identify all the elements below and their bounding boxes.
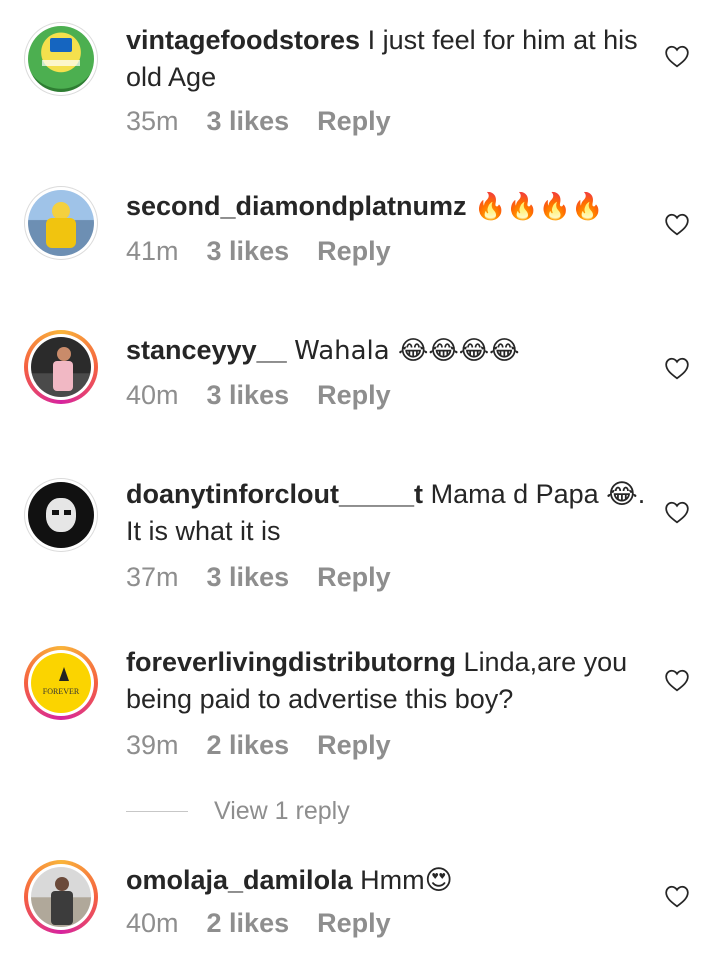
timestamp: 41m bbox=[126, 236, 179, 266]
timestamp: 40m bbox=[126, 908, 179, 938]
comment-text: vintagefoodstores I just feel for him at… bbox=[126, 22, 656, 96]
avatar[interactable] bbox=[24, 186, 98, 260]
likes-count[interactable]: 3 likes bbox=[207, 562, 290, 593]
comment-meta: 41m 3 likes Reply bbox=[126, 236, 419, 267]
reply-button[interactable]: Reply bbox=[317, 730, 391, 761]
reply-button[interactable]: Reply bbox=[317, 908, 391, 939]
heart-outline-icon[interactable] bbox=[664, 500, 690, 524]
comment-meta: 40m 2 likes Reply bbox=[126, 908, 419, 939]
timestamp: 39m bbox=[126, 730, 179, 760]
timestamp: 37m bbox=[126, 562, 179, 592]
avatar[interactable] bbox=[24, 330, 98, 404]
reply-button[interactable]: Reply bbox=[317, 380, 391, 411]
username[interactable]: foreverlivingdistributorng bbox=[126, 647, 456, 677]
heart-outline-icon[interactable] bbox=[664, 44, 690, 68]
likes-count[interactable]: 2 likes bbox=[207, 730, 290, 761]
heart-outline-icon[interactable] bbox=[664, 212, 690, 236]
divider bbox=[126, 811, 188, 812]
username[interactable]: second_diamondplatnumz bbox=[126, 191, 467, 221]
username[interactable]: doanytinforclout_____t bbox=[126, 479, 423, 509]
comment-meta: 40m 3 likes Reply bbox=[126, 380, 419, 411]
timestamp: 40m bbox=[126, 380, 179, 410]
comment-meta: 35m 3 likes Reply bbox=[126, 106, 419, 137]
username[interactable]: stanceyyy__ bbox=[126, 335, 287, 365]
comment-text: foreverlivingdistributorng Linda,are you… bbox=[126, 644, 656, 718]
comment-text: doanytinforclout_____t Mama d Papa 😂. It… bbox=[126, 476, 656, 550]
likes-count[interactable]: 3 likes bbox=[207, 106, 290, 137]
comment-text: stanceyyy__ Wahala 😂😂😂😂 bbox=[126, 332, 656, 370]
view-replies-label[interactable]: View 1 reply bbox=[214, 797, 350, 826]
reply-button[interactable]: Reply bbox=[317, 562, 391, 593]
avatar[interactable] bbox=[24, 860, 98, 934]
username[interactable]: omolaja_damilola bbox=[126, 865, 353, 895]
comment-body: Hmm😍 bbox=[360, 865, 453, 895]
reply-button[interactable]: Reply bbox=[317, 236, 391, 267]
brand-logo-text: FOREVER bbox=[42, 687, 80, 696]
likes-count[interactable]: 2 likes bbox=[207, 908, 290, 939]
avatar[interactable]: FOREVER bbox=[24, 646, 98, 720]
heart-outline-icon[interactable] bbox=[664, 884, 690, 908]
heart-outline-icon[interactable] bbox=[664, 668, 690, 692]
comment-meta: 37m 3 likes Reply bbox=[126, 562, 419, 593]
username[interactable]: vintagefoodstores bbox=[126, 25, 360, 55]
comment-text: omolaja_damilola Hmm😍 bbox=[126, 862, 656, 899]
likes-count[interactable]: 3 likes bbox=[207, 236, 290, 267]
comment-text: second_diamondplatnumz 🔥🔥🔥🔥 bbox=[126, 188, 656, 226]
avatar[interactable] bbox=[24, 478, 98, 552]
comment-meta: 39m 2 likes Reply bbox=[126, 730, 419, 761]
likes-count[interactable]: 3 likes bbox=[207, 380, 290, 411]
heart-outline-icon[interactable] bbox=[664, 356, 690, 380]
reply-button[interactable]: Reply bbox=[317, 106, 391, 137]
avatar[interactable] bbox=[24, 22, 98, 96]
timestamp: 35m bbox=[126, 106, 179, 136]
comment-body: 🔥🔥🔥🔥 bbox=[474, 192, 604, 222]
comment-body: Wahala 😂😂😂😂 bbox=[294, 336, 520, 366]
